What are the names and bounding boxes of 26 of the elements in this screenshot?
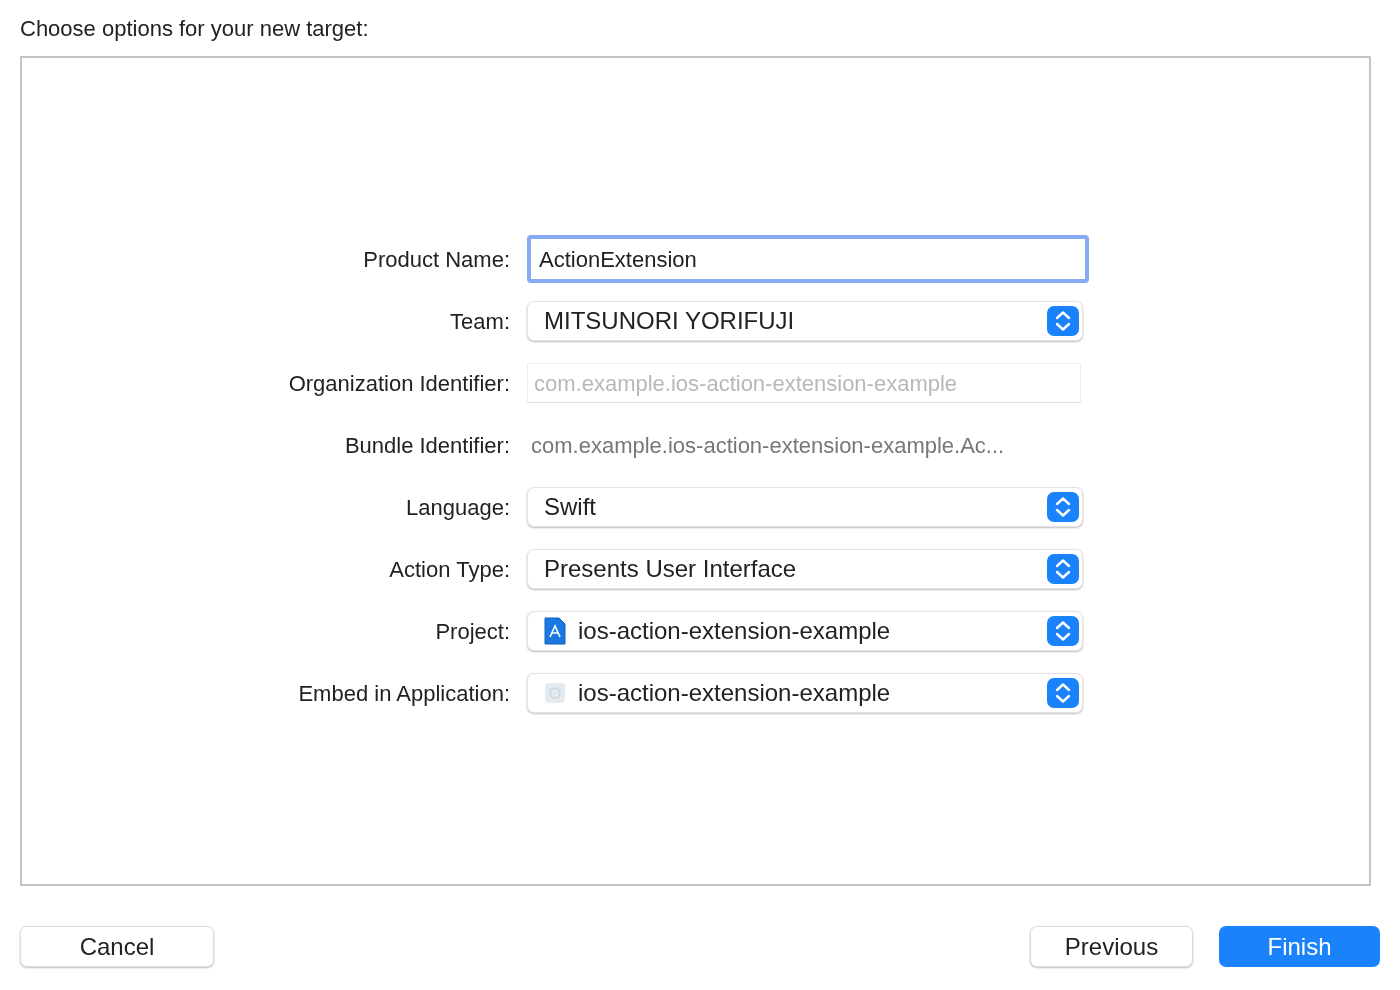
field-label: Organization Identifier:	[288, 369, 510, 398]
stepper-icon	[1047, 678, 1079, 708]
push-button[interactable]: Previous	[1030, 926, 1193, 967]
field-label: Team:	[450, 307, 510, 336]
popup-button[interactable]: ios-action-extension-example	[527, 673, 1083, 713]
field-label: Action Type:	[389, 555, 510, 584]
field-label: Language:	[406, 493, 510, 522]
stepper-icon	[1047, 492, 1079, 522]
document-icon	[544, 617, 566, 645]
popup-button[interactable]: Presents User Interface	[527, 549, 1083, 589]
field-label: Bundle Identifier:	[344, 431, 510, 460]
popup-button[interactable]: Swift	[527, 487, 1083, 527]
stepper-icon	[1047, 616, 1079, 646]
push-button[interactable]: Cancel	[20, 926, 214, 967]
app-icon	[544, 682, 566, 704]
field-label: Project:	[435, 617, 510, 646]
stepper-icon	[1047, 554, 1079, 584]
field-label: Embed in Application:	[298, 679, 510, 708]
field-label: Product Name:	[363, 245, 510, 274]
stepper-icon	[1047, 306, 1079, 336]
default-button[interactable]: Finish	[1219, 926, 1380, 967]
popup-button[interactable]: MITSUNORI YORIFUJI	[527, 301, 1083, 341]
bundle-identifier-text: com.example.ios-action-extension-example.Ac...	[531, 431, 1005, 460]
popup-button[interactable]: ios-action-extension-example	[527, 611, 1083, 651]
text-field[interactable]: ActionExtension	[527, 235, 1089, 283]
dialog-heading: Choose options for your new target:	[20, 14, 369, 43]
